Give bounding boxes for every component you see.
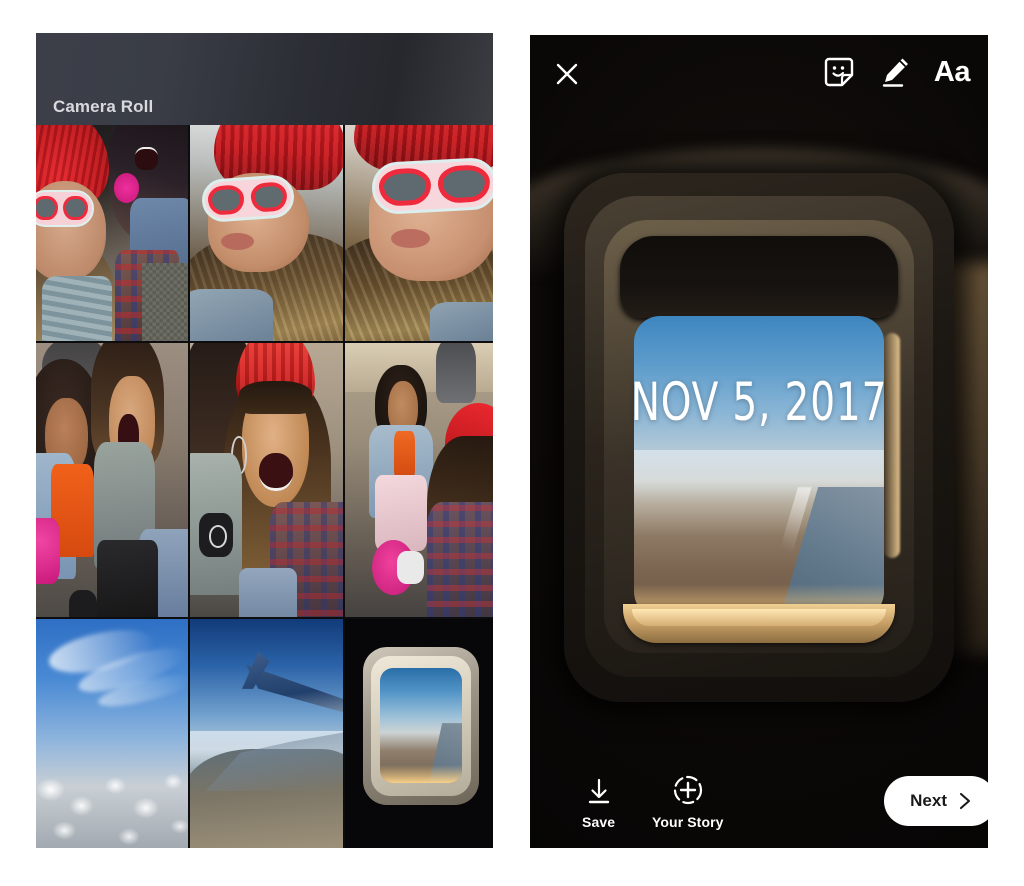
- window-view: [633, 315, 885, 621]
- gallery-thumbnail[interactable]: Girl in red beanie wearing pink heart su…: [190, 125, 343, 341]
- thumbnail-image-1: [36, 125, 188, 341]
- screenshot-canvas: Camera Roll Two friends with red beanie …: [0, 0, 1024, 886]
- draw-button[interactable]: [878, 55, 912, 89]
- camera-roll-header: Camera Roll: [36, 33, 493, 125]
- your-story-label: Your Story: [652, 814, 724, 830]
- camera-roll-title: Camera Roll: [53, 97, 154, 116]
- pen-icon: [882, 58, 908, 87]
- gallery-thumbnail[interactable]: Two friends with red beanie and pink hea…: [36, 125, 188, 341]
- airplane-window: [564, 173, 954, 702]
- editor-top-bar: Aa: [530, 35, 988, 113]
- photo-grid: Two friends with red beanie and pink hea…: [36, 125, 493, 848]
- camera-roll-panel: Camera Roll Two friends with red beanie …: [36, 33, 493, 848]
- sticker-icon: [824, 57, 854, 87]
- gallery-thumbnail[interactable]: Two friends screaming at the airport: [36, 343, 188, 617]
- your-story-button[interactable]: Your Story: [652, 773, 724, 830]
- gallery-thumbnail[interactable]: Clouds seen from an airplane: [36, 619, 188, 848]
- next-button[interactable]: Next: [884, 776, 996, 826]
- thumbnail-image-7: [36, 619, 188, 848]
- story-photo: NOV 5, 2017: [530, 35, 988, 848]
- close-button[interactable]: [552, 59, 582, 89]
- window-shade: [619, 236, 899, 319]
- save-label: Save: [582, 814, 616, 830]
- story-editor-panel: NOV 5, 2017 Aa Save Your Story Next: [530, 35, 996, 848]
- thumbnail-image-4: [36, 343, 188, 617]
- thumbnail-image-5: [190, 343, 343, 617]
- text-tool-label: Aa: [933, 55, 971, 88]
- save-button[interactable]: Save: [582, 777, 615, 830]
- thumbnail-image-9: [345, 619, 493, 848]
- gallery-thumbnail[interactable]: Friend walking through airport with lugg…: [345, 343, 493, 617]
- thumbnail-image-6: [345, 343, 493, 617]
- gallery-thumbnail[interactable]: Close-up of pink heart sunglasses and re…: [345, 125, 493, 341]
- next-label: Next: [910, 791, 947, 810]
- gallery-thumbnail[interactable]: Laughing girl in red beanie at the airpo…: [190, 343, 343, 617]
- your-story-icon: [673, 775, 702, 805]
- thumbnail-image-3: [345, 125, 493, 341]
- download-icon: [588, 778, 609, 804]
- close-icon: [556, 63, 578, 85]
- thumbnail-image-8: [190, 619, 343, 848]
- gallery-thumbnail[interactable]: Airplane wing above the coastline: [190, 619, 343, 848]
- text-button[interactable]: Aa: [933, 55, 971, 88]
- gallery-thumbnail-selected[interactable]: View of the coast from an airplane windo…: [345, 619, 493, 848]
- thumbnail-image-2: [190, 125, 343, 341]
- date-sticker[interactable]: NOV 5, 2017: [571, 372, 947, 433]
- story-preview-area: NOV 5, 2017 Aa Save Your Story: [530, 35, 988, 848]
- chevron-right-icon: [959, 792, 971, 810]
- sticker-button[interactable]: [822, 55, 856, 89]
